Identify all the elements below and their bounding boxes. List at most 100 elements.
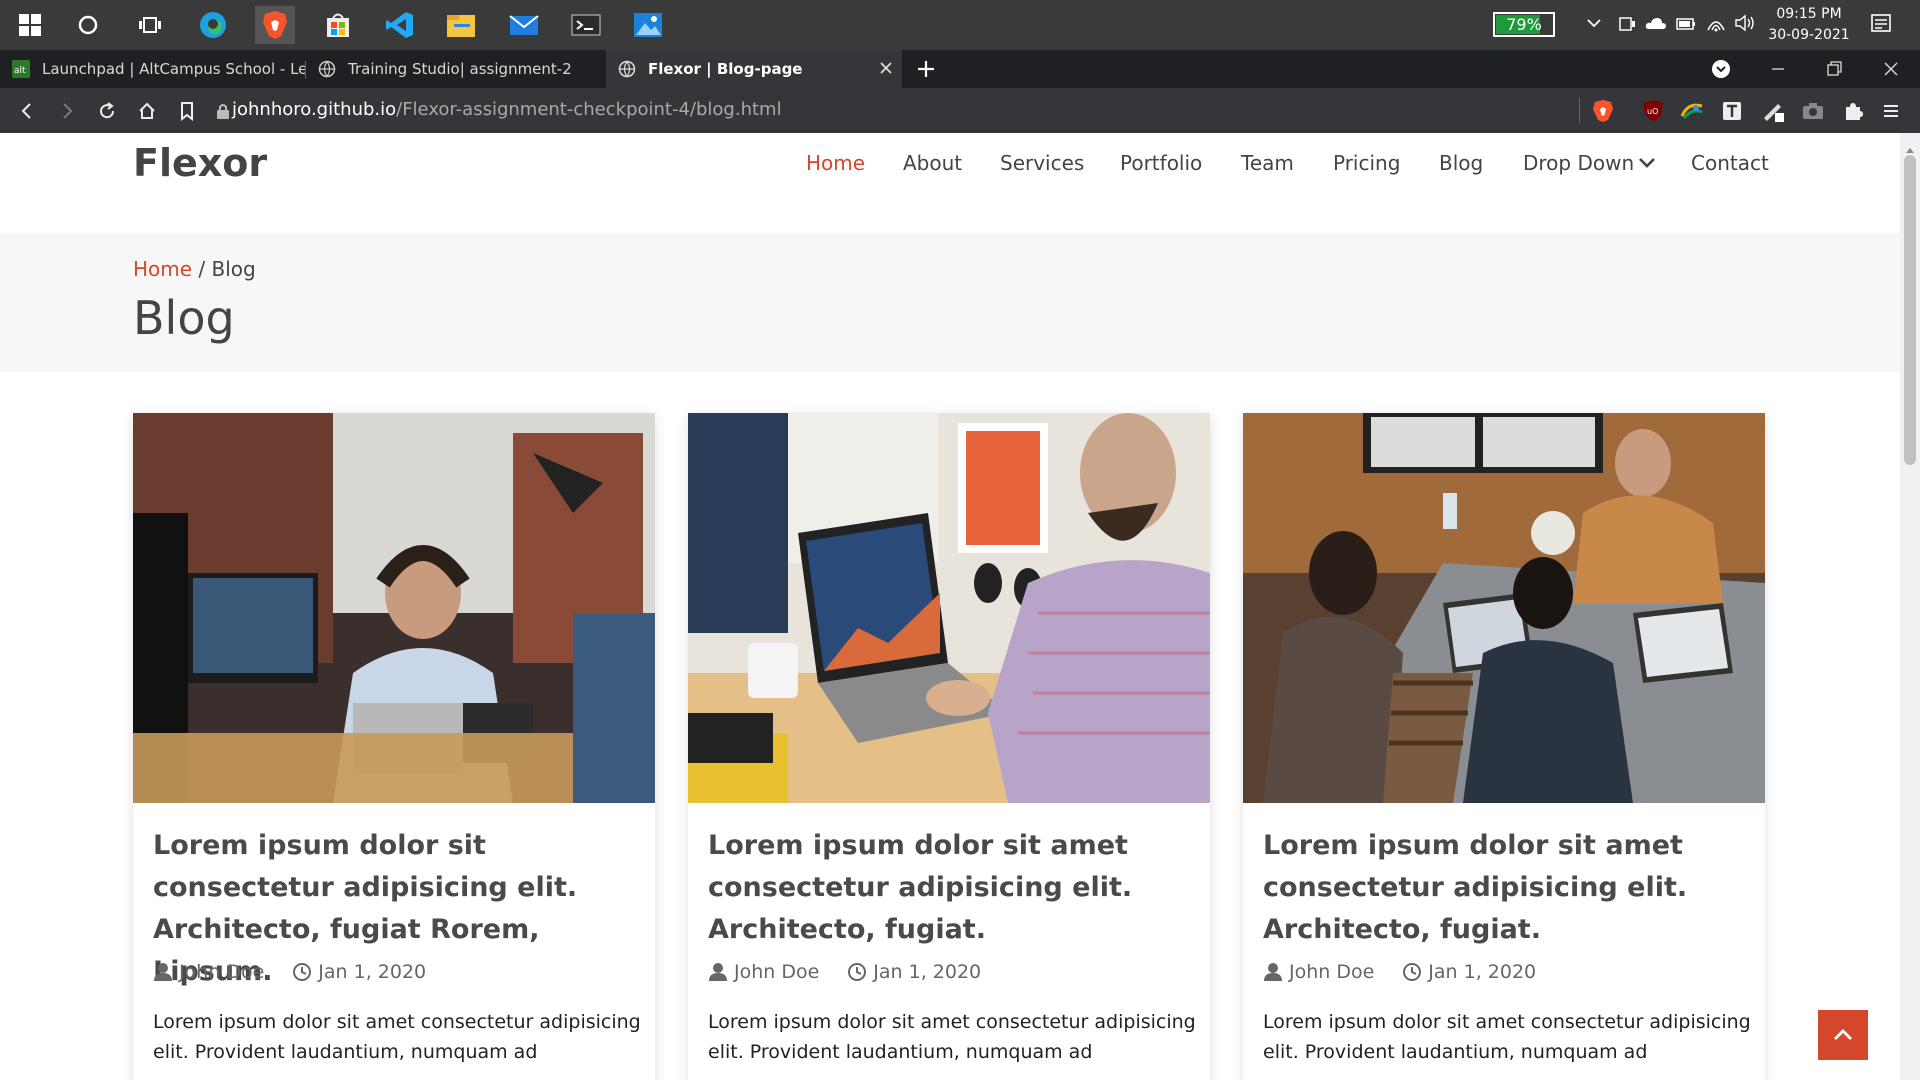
windows-start-icon[interactable] bbox=[10, 6, 50, 44]
author: John Doe bbox=[1263, 961, 1374, 983]
user-icon bbox=[1264, 963, 1282, 981]
nav-dropdown-label: Drop Down bbox=[1523, 151, 1635, 175]
post-date: Jan 1, 2020 bbox=[1402, 961, 1536, 983]
arrow-up-icon bbox=[1834, 1029, 1852, 1040]
nav-contact[interactable]: Contact bbox=[1691, 151, 1769, 175]
browser-toolbar: johnhoro.github.io/Flexor-assignment-che… bbox=[0, 88, 1920, 133]
post-date: Jan 1, 2020 bbox=[292, 961, 426, 983]
store-icon[interactable] bbox=[318, 6, 358, 44]
nav-services[interactable]: Services bbox=[1000, 151, 1084, 175]
new-tab-icon[interactable] bbox=[916, 59, 936, 83]
date-text[interactable]: Jan 1, 2020 bbox=[873, 961, 981, 983]
blog-card[interactable]: Lorem ipsum dolor sit consectetur adipis… bbox=[133, 413, 655, 1080]
nav-pricing[interactable]: Pricing bbox=[1333, 151, 1400, 175]
url-field[interactable]: johnhoro.github.io/Flexor-assignment-che… bbox=[232, 97, 782, 123]
author-name[interactable]: John Doe bbox=[734, 961, 819, 983]
windows-taskbar: 79% 09:15 PM 30-09-2021 bbox=[0, 0, 1920, 50]
system-clock[interactable]: 09:15 PM 30-09-2021 bbox=[1768, 4, 1850, 46]
breadcrumb: Home / Blog bbox=[133, 257, 256, 281]
file-explorer-icon[interactable] bbox=[441, 6, 481, 44]
tab-flexor-blog[interactable]: Flexor | Blog-page bbox=[606, 50, 902, 88]
blog-card[interactable]: Lorem ipsum dolor sit amet consectetur a… bbox=[1243, 413, 1765, 1080]
close-tab-icon[interactable] bbox=[878, 60, 894, 80]
brave-shields-icon[interactable] bbox=[1590, 98, 1616, 124]
breadcrumb-section: Home / Blog Blog bbox=[0, 233, 1900, 372]
user-icon bbox=[154, 963, 172, 981]
nav-portfolio[interactable]: Portfolio bbox=[1120, 151, 1202, 175]
forward-icon[interactable] bbox=[54, 98, 80, 124]
nav-about[interactable]: About bbox=[903, 151, 962, 175]
mail-icon[interactable] bbox=[504, 6, 544, 44]
lock-icon[interactable] bbox=[216, 103, 230, 123]
grammar-extension-icon[interactable] bbox=[1679, 98, 1705, 124]
author: John Doe bbox=[708, 961, 819, 983]
volume-icon[interactable] bbox=[1734, 14, 1756, 36]
chevron-up-icon[interactable] bbox=[1586, 15, 1602, 35]
clock-date: 30-09-2021 bbox=[1768, 27, 1850, 43]
bookmark-icon[interactable] bbox=[174, 98, 200, 124]
blog-image-team-table[interactable] bbox=[1243, 413, 1765, 803]
restore-icon[interactable] bbox=[1824, 59, 1844, 83]
breadcrumb-home-link[interactable]: Home bbox=[133, 257, 192, 281]
back-icon[interactable] bbox=[14, 98, 40, 124]
breadcrumb-current: Blog bbox=[211, 257, 256, 281]
home-icon[interactable] bbox=[134, 98, 160, 124]
globe-icon bbox=[618, 60, 636, 78]
tab-training-studio[interactable]: Training Studio| assignment-2 bbox=[306, 50, 606, 88]
battery-indicator: 79% bbox=[1493, 12, 1555, 37]
puzzle-extensions-icon[interactable] bbox=[1840, 98, 1866, 124]
terminal-icon[interactable] bbox=[566, 6, 606, 44]
photos-icon[interactable] bbox=[628, 6, 668, 44]
nav-team[interactable]: Team bbox=[1241, 151, 1294, 175]
wifi-icon[interactable] bbox=[1706, 14, 1726, 36]
blog-title[interactable]: Lorem ipsum dolor sit amet consectetur a… bbox=[708, 825, 1198, 951]
page-scrollbar[interactable] bbox=[1900, 133, 1920, 1080]
chevron-down-icon bbox=[1639, 158, 1656, 168]
tab-launchpad[interactable]: alt Launchpad | AltCampus School - Learn bbox=[0, 50, 305, 88]
blog-card[interactable]: Lorem ipsum dolor sit amet consectetur a… bbox=[688, 413, 1210, 1080]
svg-text:uO: uO bbox=[1647, 107, 1658, 116]
nav-home[interactable]: Home bbox=[806, 151, 865, 175]
nav-dropdown[interactable]: Drop Down bbox=[1523, 151, 1656, 175]
altcampus-favicon-icon: alt bbox=[12, 60, 30, 78]
web-page: Flexor Home About Services Portfolio Tea… bbox=[0, 133, 1900, 1080]
pen-extension-icon[interactable] bbox=[1760, 98, 1786, 124]
blog-image-laptop-desk[interactable] bbox=[688, 413, 1210, 803]
date-text[interactable]: Jan 1, 2020 bbox=[318, 961, 426, 983]
date-text[interactable]: Jan 1, 2020 bbox=[1428, 961, 1536, 983]
vscode-icon[interactable] bbox=[380, 6, 420, 44]
blog-title[interactable]: Lorem ipsum dolor sit amet consectetur a… bbox=[1263, 825, 1753, 951]
globe-icon bbox=[318, 60, 336, 78]
tab-label: Training Studio| assignment-2 bbox=[348, 60, 572, 78]
svg-text:alt: alt bbox=[14, 66, 26, 76]
ublock-icon[interactable]: uO bbox=[1640, 98, 1666, 124]
minimize-icon[interactable] bbox=[1768, 59, 1788, 83]
battery-percent: 79% bbox=[1506, 15, 1542, 34]
clock-icon bbox=[293, 963, 312, 981]
clock-icon bbox=[848, 963, 867, 981]
blog-image-office-headset[interactable] bbox=[133, 413, 655, 803]
tab-search-icon[interactable] bbox=[1711, 59, 1731, 83]
text-extension-icon[interactable] bbox=[1719, 98, 1745, 124]
meet-now-icon[interactable] bbox=[1618, 15, 1636, 37]
blog-excerpt: Lorem ipsum dolor sit amet consectetur a… bbox=[708, 1011, 1196, 1063]
menu-icon[interactable] bbox=[1878, 98, 1904, 124]
author-name[interactable]: John Doe bbox=[179, 961, 264, 983]
back-to-top-button[interactable] bbox=[1818, 1010, 1868, 1060]
user-icon bbox=[709, 963, 727, 981]
onedrive-icon[interactable] bbox=[1645, 15, 1667, 35]
author-name[interactable]: John Doe bbox=[1289, 961, 1374, 983]
task-view-icon[interactable] bbox=[130, 6, 170, 44]
battery-icon[interactable] bbox=[1676, 16, 1696, 35]
notifications-icon[interactable] bbox=[1870, 13, 1892, 39]
scrollbar-thumb[interactable] bbox=[1904, 155, 1916, 465]
brave-icon[interactable] bbox=[255, 6, 295, 44]
edge-icon[interactable] bbox=[193, 6, 233, 44]
blog-meta: John Doe Jan 1, 2020 bbox=[708, 961, 1009, 983]
nav-blog[interactable]: Blog bbox=[1439, 151, 1483, 175]
blog-excerpt: Lorem ipsum dolor sit amet consectetur a… bbox=[153, 1011, 641, 1063]
close-window-icon[interactable] bbox=[1881, 59, 1901, 83]
camera-icon[interactable] bbox=[1800, 98, 1826, 124]
search-circle-icon[interactable] bbox=[68, 6, 108, 44]
reload-icon[interactable] bbox=[94, 98, 120, 124]
